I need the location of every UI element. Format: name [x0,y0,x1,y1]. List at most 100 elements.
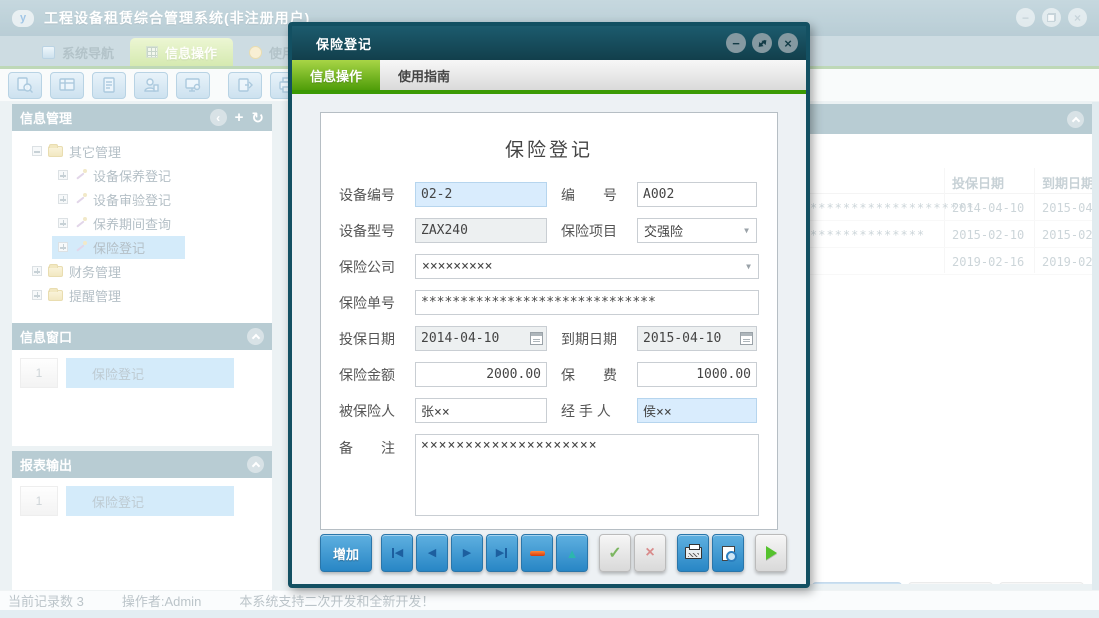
insurance-item-label: 保险项目 [561,221,637,241]
background-edit-button[interactable]: ▲ [812,582,902,584]
list-item[interactable]: 1 保险登记 [20,486,272,516]
window-restore-button[interactable] [1042,8,1061,27]
collapse-expander-icon[interactable] [32,146,42,156]
collapse-up-icon[interactable] [1067,111,1084,128]
tree-item-reminder-management[interactable]: 提醒管理 [12,283,272,307]
tree-item-insurance-register[interactable]: 保险登记 [12,235,272,259]
column-end-date[interactable]: 到期日期 [1042,173,1092,192]
window-icon [42,46,55,59]
dialog-tab-underline [292,90,806,94]
next-record-button[interactable]: ▶ [451,534,483,572]
insurance-item-select[interactable]: 交强险 ▼ [637,218,757,243]
first-record-button[interactable]: ◀ [381,534,413,572]
window-title: 工程设备租赁综合管理系统(非注册用户) [44,8,310,28]
add-node-icon[interactable]: + [235,109,244,126]
column-start-date[interactable]: 投保日期 [952,173,1004,192]
tree-item-maintenance-register[interactable]: 设备保养登记 [12,163,272,187]
dialog-close-button[interactable]: × [778,33,798,53]
handler-label: 经 手 人 [561,401,637,421]
refresh-icon[interactable]: ↻ [251,109,264,127]
policy-no-input[interactable] [415,290,759,315]
report-panel-header: 报表输出 [12,451,272,478]
table-view-button[interactable] [50,72,84,99]
edit-record-button[interactable]: ▲ [556,534,588,572]
dialog-tab-info-operation[interactable]: 信息操作 [292,60,380,90]
wand-icon [74,241,87,254]
prev-record-button[interactable]: ◀ [416,534,448,572]
expand-expander-icon[interactable] [32,290,42,300]
last-record-button[interactable]: ▶ [486,534,518,572]
operator: 操作者:Admin [122,591,201,610]
table-row[interactable]: ******************** 2014-04-10 2015-04 [806,194,1092,221]
handler-input[interactable] [637,398,757,423]
restore-icon [1047,13,1056,22]
chevron-down-icon[interactable]: ▼ [744,262,753,271]
folder-icon [48,266,63,277]
tree-item-finance-management[interactable]: 财务管理 [12,259,272,283]
device-no-label: 设备编号 [339,185,415,205]
calendar-icon[interactable] [530,332,543,345]
tree-item-inspection-register[interactable]: 设备审验登记 [12,187,272,211]
device-model-input[interactable] [415,218,547,243]
folder-icon [48,146,63,157]
dialog-minimize-button[interactable]: − [726,33,746,53]
amount-input[interactable] [415,362,547,387]
list-item[interactable]: 1 保险登记 [20,358,272,388]
window-panel-header: 信息窗口 [12,323,272,350]
tree-item-maintenance-period-query[interactable]: 保养期间查询 [12,211,272,235]
table-row[interactable]: ************** 2015-02-10 2015-02 [806,221,1092,248]
report-list: 1 保险登记 [12,478,272,590]
chevron-down-icon[interactable]: ▼ [742,226,751,235]
collapse-left-icon[interactable]: ‹ [210,109,227,126]
monitor-button[interactable] [176,72,210,99]
expand-expander-icon[interactable] [58,218,68,228]
run-button[interactable] [755,534,787,572]
expand-expander-icon[interactable] [32,266,42,276]
cancel-button[interactable]: × [634,534,666,572]
device-no-input[interactable] [415,182,547,207]
search-button[interactable] [8,72,42,99]
end-date-input[interactable] [637,326,757,351]
no-input[interactable] [637,182,757,207]
export-button[interactable] [228,72,262,99]
background-confirm-button[interactable]: ✓ [908,582,993,584]
print-preview-button[interactable] [712,534,744,572]
insured-input[interactable] [415,398,547,423]
delete-record-button[interactable] [521,534,553,572]
add-button[interactable]: 增加 [320,534,372,572]
background-cancel-button[interactable]: × [999,582,1084,584]
tab-system-navigation[interactable]: 系统导航 [26,38,130,66]
premium-label: 保 费 [561,365,637,385]
triangle-left-icon: ◀ [428,548,436,559]
remark-textarea[interactable]: ×××××××××××××××××××× [415,434,759,516]
user-button[interactable] [134,72,168,99]
table-row[interactable]: 2019-02-16 2019-02 [806,248,1092,275]
printer-icon [685,547,702,559]
amount-label: 保险金额 [339,365,415,385]
play-icon [766,546,777,560]
expand-expander-icon[interactable] [58,242,68,252]
premium-input[interactable] [637,362,757,387]
dialog-titlebar[interactable]: 保险登记 − × [292,26,806,60]
print-button[interactable] [677,534,709,572]
tab-info-operation[interactable]: 信息操作 [130,38,233,66]
wand-icon [74,217,87,230]
folder-icon [48,290,63,301]
dialog-tab-user-guide[interactable]: 使用指南 [380,60,468,90]
dialog-maximize-button[interactable] [752,33,772,53]
app-logo-icon: y [12,10,34,27]
tree-item-other-management[interactable]: 其它管理 [12,139,272,163]
collapse-up-icon[interactable] [247,328,264,345]
document-view-button[interactable] [92,72,126,99]
record-count: 当前记录数 3 [8,591,84,610]
collapse-up-icon[interactable] [247,456,264,473]
confirm-button[interactable]: ✓ [599,534,631,572]
window-close-button[interactable]: × [1068,8,1087,27]
start-date-input[interactable] [415,326,547,351]
vertical-scrollbar[interactable] [1092,102,1099,590]
expand-expander-icon[interactable] [58,194,68,204]
window-minimize-button[interactable]: − [1016,8,1035,27]
expand-expander-icon[interactable] [58,170,68,180]
company-select[interactable]: ××××××××× ▼ [415,254,759,279]
calendar-icon[interactable] [740,332,753,345]
